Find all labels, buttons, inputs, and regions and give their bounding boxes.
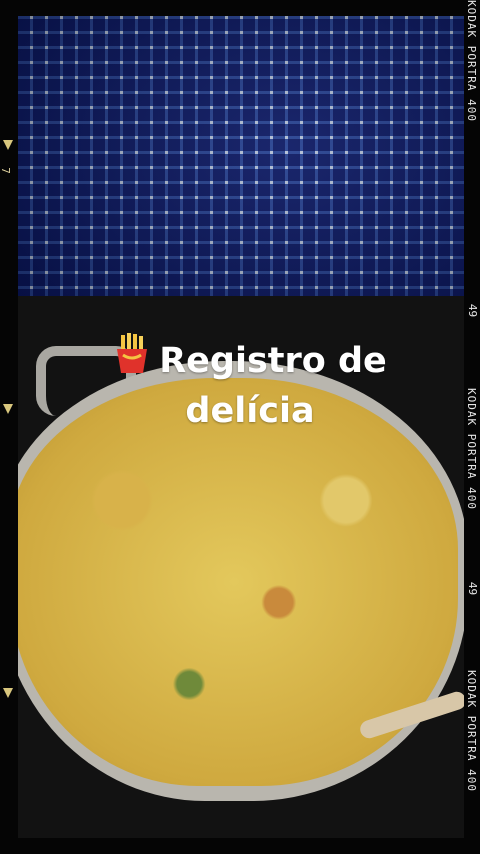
fries-icon [113,333,151,385]
film-label: KODAK PORTRA 400 [465,670,478,792]
film-frame-number: 49 [466,303,480,318]
film-marker [3,688,13,698]
film-frame: 7 KODAK PORTRA 400 49 KODAK PORTRA 400 4… [0,0,480,854]
film-marker [3,404,13,414]
caption-text: Registro de delícia [90,333,410,434]
film-left-number: 7 [0,167,12,174]
film-label: KODAK PORTRA 400 [465,388,478,510]
film-marker [3,140,13,150]
caption-line-2: delícia [185,391,315,431]
caption-line-1: Registro de [159,341,387,381]
film-frame-number: 49 [466,581,480,596]
film-label: KODAK PORTRA 400 [465,0,478,122]
